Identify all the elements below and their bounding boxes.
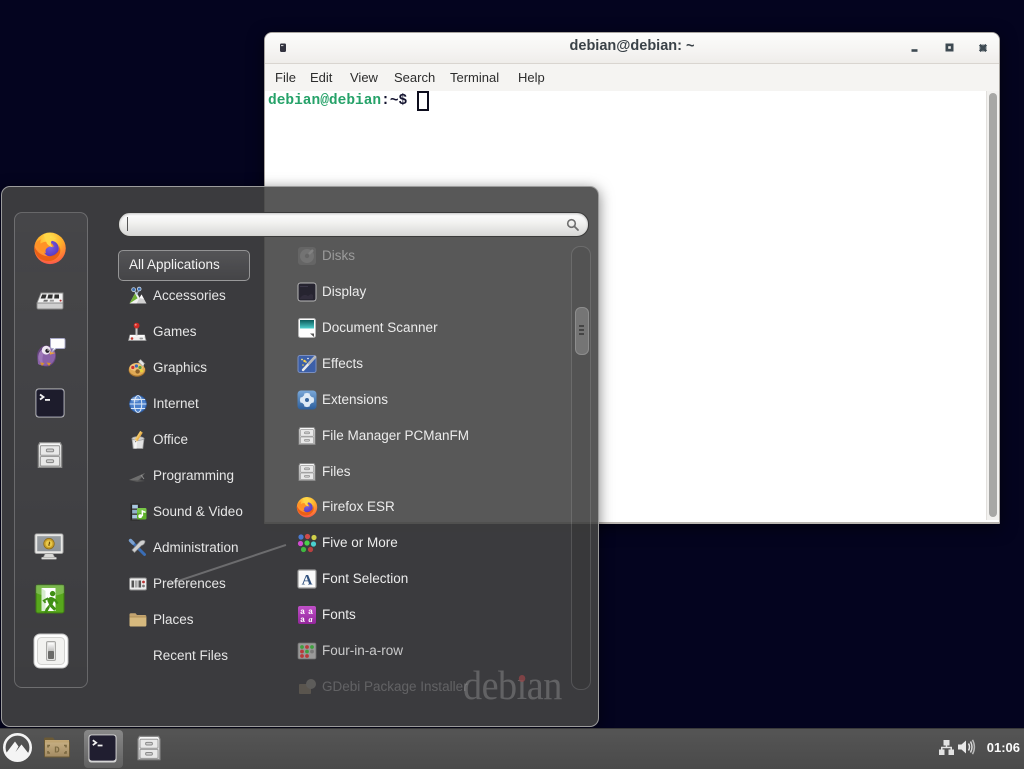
svg-text:a: a (309, 615, 313, 624)
svg-text:a: a (300, 615, 305, 624)
svg-text:D: D (54, 746, 60, 756)
svg-text:A: A (302, 573, 313, 589)
